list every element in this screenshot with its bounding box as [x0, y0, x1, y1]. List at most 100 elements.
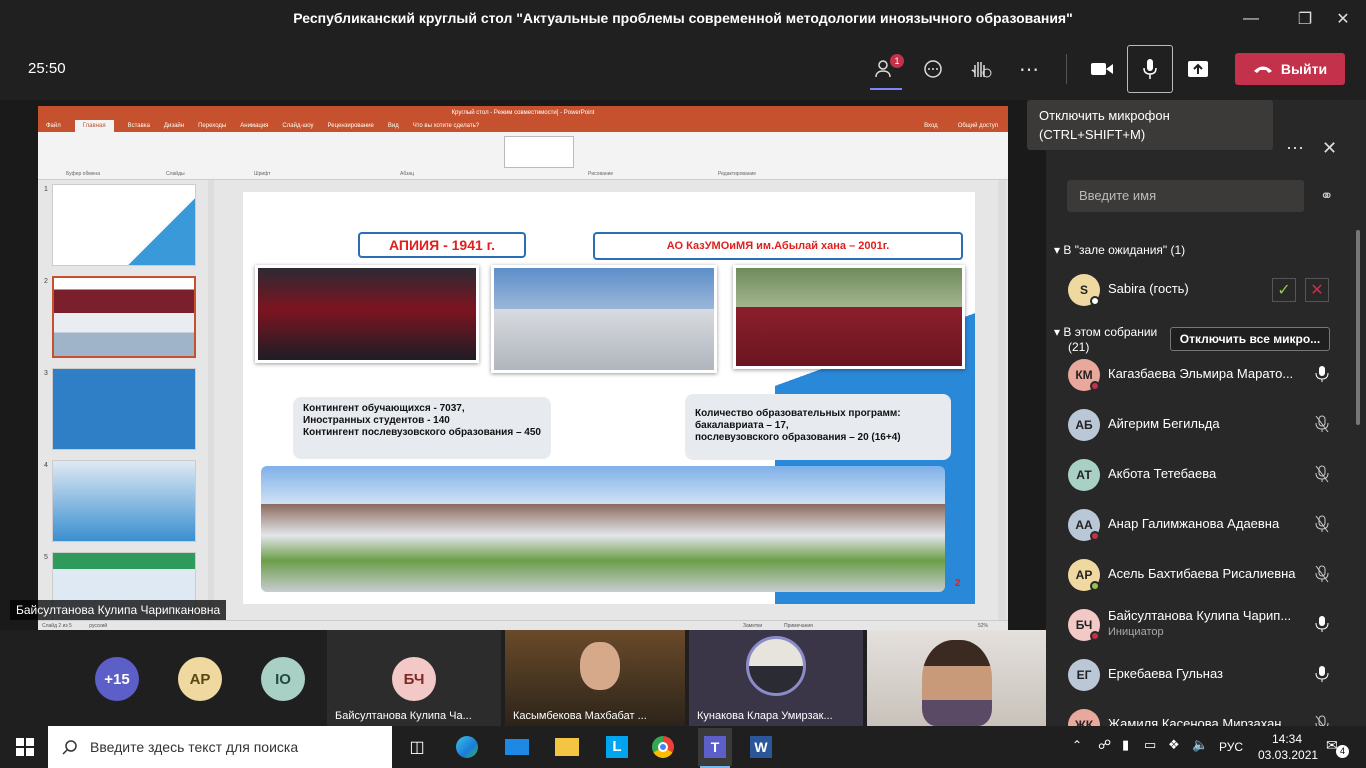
shapes-gallery[interactable] — [504, 136, 574, 168]
ribbon-group: Рисование — [588, 171, 614, 177]
status-notes[interactable]: Заметки — [743, 621, 762, 630]
mail-icon[interactable] — [502, 732, 532, 762]
mic-icon[interactable] — [1312, 614, 1332, 634]
deny-button[interactable]: ✕ — [1305, 278, 1329, 302]
chat-button[interactable] — [916, 52, 950, 86]
mute-all-button[interactable]: Отключить все микро... — [1170, 327, 1330, 351]
mic-icon[interactable] — [1312, 664, 1332, 684]
presence-dot — [1090, 531, 1100, 541]
tray-chevron-icon[interactable]: ⌃ — [1072, 738, 1082, 752]
edge-icon[interactable] — [452, 732, 482, 762]
slide-thumb-selected[interactable] — [52, 276, 196, 358]
person-name: Акбота Тетебаева — [1108, 466, 1217, 481]
ppt-login[interactable]: Вход — [924, 120, 938, 132]
lobby-header-text: В "зале ожидания" (1) — [1063, 243, 1186, 257]
clock[interactable]: 14:34 03.03.2021 — [1258, 731, 1318, 763]
wifi-icon[interactable]: ❖ — [1168, 737, 1180, 753]
panel-scrollbar[interactable] — [1356, 230, 1360, 425]
ppt-tab[interactable]: Файл — [46, 120, 61, 132]
mic-muted-icon[interactable] — [1312, 514, 1332, 534]
display-icon[interactable]: ▭ — [1144, 737, 1156, 753]
link-icon[interactable]: ⚭ — [1320, 186, 1333, 206]
mic-muted-icon[interactable] — [1312, 414, 1332, 434]
self-video-tile[interactable] — [867, 630, 1046, 726]
start-button[interactable] — [10, 732, 40, 762]
invite-name-input[interactable]: Введите имя — [1067, 180, 1304, 212]
ppt-title: Круглый стол - Режим совместимости] - Po… — [38, 106, 1008, 120]
panel-close-icon[interactable]: ✕ — [1322, 138, 1337, 159]
admit-button[interactable]: ✓ — [1272, 278, 1296, 302]
shared-content-stage: Круглый стол - Режим совместимости] - Po… — [0, 100, 1046, 630]
presence-dot — [1090, 381, 1100, 391]
lync-icon[interactable]: L — [602, 732, 632, 762]
lobby-header[interactable]: ▾ В "зале ожидания" (1) — [1054, 243, 1185, 257]
participant-row[interactable]: АР Асель Бахтибаева Рисалиевна — [1046, 550, 1366, 600]
slide-scrollbar[interactable] — [998, 180, 1006, 620]
participant-video-tile[interactable]: Касымбекова Махбабат ... — [505, 630, 685, 726]
ppt-tab[interactable]: Вид — [388, 120, 399, 132]
participants-panel: ⋯ ✕ Введите имя ⚭ ▾ В "зале ожидания" (1… — [1046, 100, 1366, 741]
ppt-tab[interactable]: Рецензирование — [328, 120, 374, 132]
camera-button[interactable] — [1085, 52, 1119, 86]
presence-dot — [1090, 581, 1100, 591]
windows-logo-icon — [16, 738, 34, 756]
leave-label: Выйти — [1280, 61, 1328, 77]
tooltip-line2: (CTRL+SHIFT+M) — [1039, 127, 1146, 142]
ppt-tab[interactable]: Вставка — [128, 120, 150, 132]
participant-tile[interactable]: Кунакова Клара Умирзак... — [689, 630, 863, 726]
mic-muted-icon[interactable] — [1312, 464, 1332, 484]
participant-row[interactable]: КМ Кагазбаева Эльмира Марато... — [1046, 350, 1366, 400]
ppt-tab[interactable]: Переходы — [198, 120, 226, 132]
microphone-button[interactable] — [1127, 45, 1173, 93]
more-options-icon[interactable]: ⋯ — [1012, 52, 1046, 86]
panel-more-icon[interactable]: ⋯ — [1286, 138, 1304, 159]
slide-thumb[interactable] — [52, 184, 196, 266]
windows-taskbar: Введите здесь текст для поиска ◫ L T W ⌃… — [0, 726, 1366, 768]
ppt-share[interactable]: Общий доступ — [958, 120, 998, 132]
volume-icon[interactable]: 🔈 — [1192, 737, 1208, 753]
thumb-number: 5 — [44, 554, 48, 561]
teams-icon[interactable]: T — [698, 728, 732, 766]
language-indicator[interactable]: РУС — [1219, 740, 1243, 754]
participant-row[interactable]: АА Анар Галимжанова Адаевна — [1046, 500, 1366, 550]
participant-row[interactable]: ЕГ Еркебаева Гульназ — [1046, 650, 1366, 700]
participant-tile[interactable]: БЧ Байсултанова Кулипа Ча... — [327, 630, 501, 726]
status-zoom[interactable]: 52% — [978, 621, 988, 630]
slide-left-title: АПИИЯ - 1941 г. — [358, 232, 526, 258]
ppt-tab[interactable]: Анимация — [240, 120, 268, 132]
participant-row[interactable]: БЧ Байсултанова Кулипа Чарип... Инициатор — [1046, 600, 1366, 650]
status-comments[interactable]: Примечания — [784, 621, 813, 630]
participants-button[interactable]: 1 — [868, 52, 904, 86]
info-line: послевузовского образования – 20 (16+4) — [695, 432, 901, 443]
ppt-tab[interactable]: Дизайн — [164, 120, 184, 132]
participant-avatar[interactable]: IO — [261, 657, 305, 701]
file-explorer-icon[interactable] — [552, 732, 582, 762]
leave-button[interactable]: Выйти — [1235, 53, 1345, 85]
participant-row[interactable]: АТ Акбота Тетебаева — [1046, 450, 1366, 500]
task-view-icon[interactable]: ◫ — [402, 732, 432, 762]
share-screen-button[interactable] — [1181, 52, 1215, 86]
notifications-icon[interactable]: ✉ 4 — [1326, 737, 1349, 758]
close-window-button[interactable]: ✕ — [1320, 0, 1366, 38]
meeting-toolbar: 25:50 1 ⋯ Выйти — [0, 38, 1366, 100]
mic-tray-icon[interactable]: ▮ — [1122, 737, 1129, 753]
minimize-button[interactable]: — — [1228, 0, 1274, 38]
microphone-icon — [1143, 59, 1157, 79]
ppt-tab[interactable]: Что вы хотите сделать? — [413, 120, 479, 132]
participant-row[interactable]: АБ Айгерим Бегильда — [1046, 400, 1366, 450]
ppt-tab[interactable]: Главная — [74, 120, 114, 132]
slide-thumb[interactable] — [52, 460, 196, 542]
mic-icon[interactable] — [1312, 364, 1332, 384]
mic-muted-icon[interactable] — [1312, 564, 1332, 584]
word-icon[interactable]: W — [746, 732, 776, 762]
participant-avatar[interactable]: АР — [178, 657, 222, 701]
reactions-button[interactable] — [964, 52, 998, 86]
slide-thumb[interactable] — [52, 368, 196, 450]
chrome-icon[interactable] — [648, 732, 678, 762]
video-person — [922, 640, 992, 726]
network-icon[interactable]: ☍ — [1098, 737, 1111, 753]
ppt-tab[interactable]: Слайд-шоу — [282, 120, 313, 132]
more-participants[interactable]: +15 — [95, 657, 139, 701]
taskbar-search[interactable]: Введите здесь текст для поиска — [48, 726, 392, 768]
thumbs-scrollbar[interactable] — [208, 180, 214, 620]
